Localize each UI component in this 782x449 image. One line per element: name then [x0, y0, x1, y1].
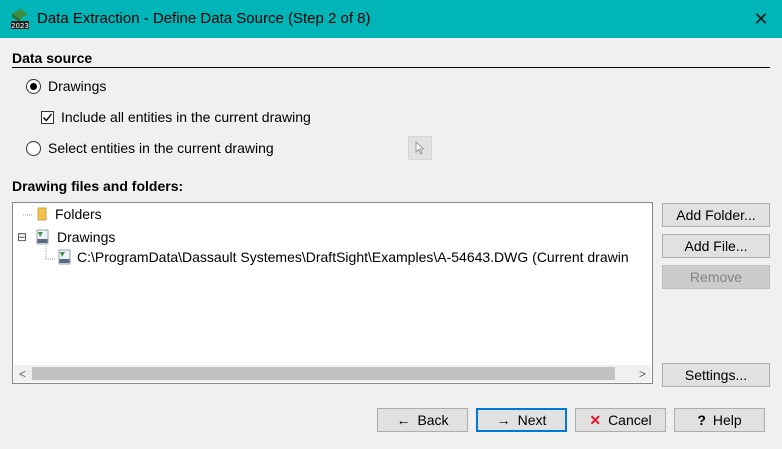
cancel-button[interactable]: ✕ Cancel [575, 408, 666, 432]
files-heading: Drawing files and folders: [12, 178, 184, 194]
radio-selected-dot [30, 82, 37, 90]
help-question-icon: ? [697, 412, 706, 428]
back-label: Back [417, 412, 449, 428]
add-folder-button[interactable]: Add Folder... [662, 203, 770, 227]
close-button[interactable]: ✕ [740, 0, 782, 38]
tree-item-file[interactable]: C:\ProgramData\Dassault Systemes\DraftSi… [57, 249, 629, 265]
include-all-label: Include all entities in the current draw… [61, 109, 311, 125]
dwg-file-icon [58, 249, 71, 265]
dwg-file-icon [36, 229, 49, 245]
back-arrow-icon: ← [396, 412, 411, 428]
select-objects-button[interactable] [408, 136, 432, 160]
scroll-right-icon[interactable]: > [634, 365, 651, 382]
section-divider [12, 67, 770, 68]
svg-text:2023: 2023 [11, 22, 29, 30]
help-label: Help [712, 412, 742, 428]
settings-button[interactable]: Settings... [662, 363, 770, 387]
scroll-left-icon[interactable]: < [14, 365, 31, 382]
back-button[interactable]: ← Back [377, 408, 468, 432]
include-all-checkbox[interactable]: Include all entities in the current draw… [41, 109, 311, 125]
cancel-label: Cancel [608, 412, 652, 428]
checkbox-box[interactable] [41, 110, 54, 124]
remove-button[interactable]: Remove [662, 265, 770, 289]
add-file-button[interactable]: Add File... [662, 234, 770, 258]
scrollbar-thumb[interactable] [32, 367, 615, 380]
tree-label-folders: Folders [55, 206, 102, 222]
horizontal-scrollbar[interactable]: < > [14, 365, 651, 382]
folder-icon [37, 207, 47, 221]
tree-label-file-path: C:\ProgramData\Dassault Systemes\DraftSi… [77, 249, 629, 265]
collapse-icon[interactable]: ⊟ [17, 230, 31, 244]
tree-item-drawings[interactable]: ⊟ Drawings [17, 229, 115, 245]
data-source-heading: Data source [12, 50, 93, 66]
tree-label-drawings: Drawings [57, 229, 116, 245]
draftsight-app-icon: 2023 [11, 9, 29, 30]
next-label: Next [517, 412, 547, 428]
cursor-select-icon [415, 141, 425, 155]
cancel-x-icon: ✕ [589, 411, 602, 428]
title-bar: 2023 Data Extraction - Define Data Sourc… [0, 0, 782, 38]
radio-drawings[interactable]: Drawings [26, 78, 106, 94]
radio-select-entities[interactable]: Select entities in the current drawing [26, 140, 274, 156]
radio-circle[interactable] [26, 140, 41, 156]
radio-circle[interactable] [26, 78, 41, 94]
window-title: Data Extraction - Define Data Source (St… [37, 10, 371, 27]
tree-item-folders[interactable]: Folders [35, 206, 102, 222]
radio-drawings-label: Drawings [48, 78, 107, 94]
help-button[interactable]: ? Help [674, 408, 765, 432]
next-arrow-icon: → [496, 412, 511, 428]
close-icon: ✕ [753, 8, 769, 29]
drawing-files-tree[interactable]: Folders ⊟ Drawings C:\ProgramData\Dassau… [12, 202, 653, 384]
radio-select-label: Select entities in the current drawing [48, 140, 274, 156]
checkmark-icon [42, 113, 53, 122]
next-button[interactable]: → Next [476, 408, 567, 432]
